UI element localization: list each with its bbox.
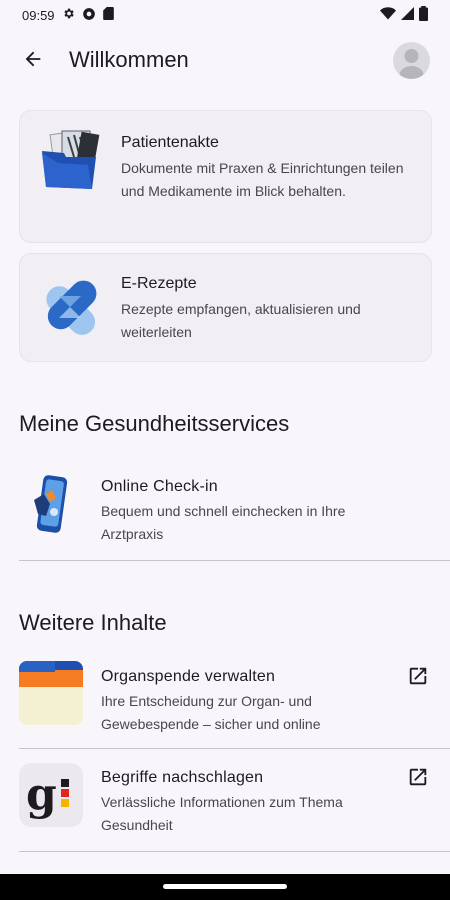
status-bar: 09:59 — [0, 0, 450, 30]
back-button[interactable] — [18, 46, 48, 76]
system-navigation-bar — [0, 874, 450, 900]
open-in-new-icon[interactable] — [404, 662, 432, 690]
card-e-rezepte[interactable]: E-Rezepte Rezepte empfangen, aktualisier… — [19, 253, 432, 362]
app-bar: Willkommen — [0, 38, 450, 84]
phone-check-in-icon — [24, 472, 74, 538]
section-title-more: Weitere Inhalte — [19, 610, 167, 635]
list-item-begriffe[interactable]: g Begriffe nachschlagen Verlässliche Inf… — [0, 758, 450, 851]
divider — [19, 851, 450, 852]
page-title: Willkommen — [69, 47, 189, 72]
section-title-services: Meine Gesundheitsservices — [19, 411, 290, 436]
sd-card-icon — [102, 7, 114, 23]
list-item-title: Begriffe nachschlagen — [101, 769, 264, 786]
home-gesture-handle[interactable] — [163, 884, 287, 889]
card-title: Patientenakte — [121, 134, 219, 151]
settings-icon — [62, 7, 75, 23]
vpn-icon — [82, 7, 96, 24]
list-item-description: Bequem und schnell einchecken in Ihre Ar… — [101, 503, 346, 542]
organ-donor-card-icon — [19, 661, 83, 725]
status-time: 09:59 — [22, 7, 55, 23]
card-description: Dokumente mit Praxen & Einrichtungen tei… — [121, 160, 404, 199]
list-item-title: Online Check-in — [101, 478, 218, 495]
list-item-description: Ihre Entscheidung zur Organ- und Gewebes… — [101, 693, 321, 732]
list-item-title: Organspende verwalten — [101, 668, 276, 685]
folder-documents-icon — [38, 129, 104, 195]
glossary-logo-icon: g — [19, 763, 83, 827]
open-in-new-icon[interactable] — [404, 763, 432, 791]
battery-icon — [419, 6, 428, 24]
arrow-back-icon — [22, 48, 44, 75]
avatar[interactable] — [393, 42, 430, 79]
wifi-icon — [380, 7, 396, 23]
card-title: E-Rezepte — [121, 275, 197, 292]
card-description: Rezepte empfangen, aktualisieren und wei… — [121, 301, 361, 340]
divider — [19, 560, 450, 561]
divider — [19, 748, 450, 749]
card-patientenakte[interactable]: Patientenakte Dokumente mit Praxen & Ein… — [19, 110, 432, 243]
signal-icon — [401, 7, 414, 23]
svg-text:g: g — [26, 769, 57, 820]
list-item-description: Verlässliche Informationen zum Thema Ges… — [101, 794, 343, 833]
e-rezept-logo-icon — [38, 274, 104, 340]
list-item-organspende[interactable]: Organspende verwalten Ihre Entscheidung … — [0, 656, 450, 748]
list-item-online-check-in[interactable]: Online Check-in Bequem und schnell einch… — [0, 466, 450, 560]
